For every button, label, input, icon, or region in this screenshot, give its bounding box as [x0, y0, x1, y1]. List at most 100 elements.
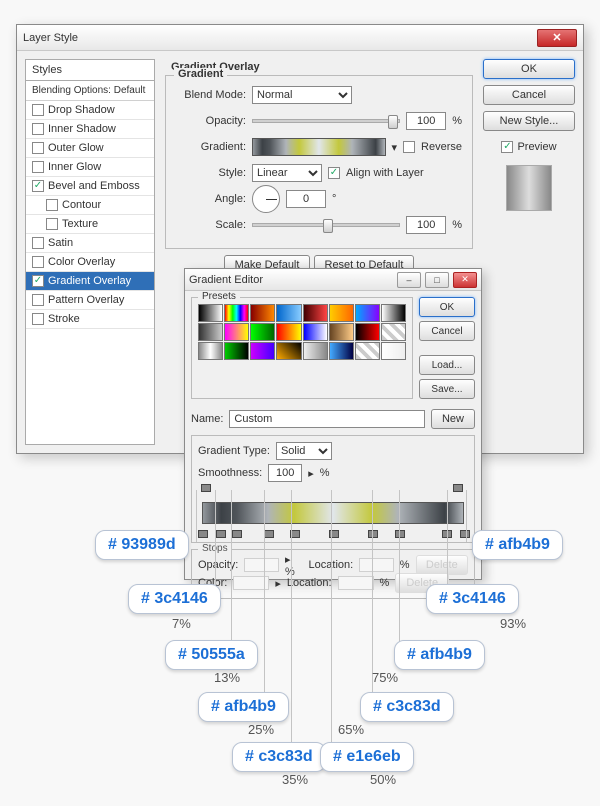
opacity-stops-track[interactable]	[202, 486, 464, 496]
style-checkbox[interactable]	[32, 123, 44, 135]
preset-swatch[interactable]	[224, 323, 249, 341]
preset-swatch[interactable]	[329, 304, 354, 322]
align-checkbox[interactable]	[328, 167, 340, 179]
gradient-dropdown-icon[interactable]: ▾	[392, 141, 398, 154]
preset-swatch[interactable]	[303, 323, 328, 341]
preset-swatch[interactable]	[303, 304, 328, 322]
preset-swatch[interactable]	[250, 304, 275, 322]
preset-swatch[interactable]	[250, 342, 275, 360]
preview-checkbox[interactable]	[501, 141, 513, 153]
callout-pct: 75%	[372, 670, 398, 685]
deg-label: °	[332, 193, 336, 205]
style-label: Drop Shadow	[48, 104, 115, 116]
style-checkbox[interactable]	[46, 218, 58, 230]
style-item-stroke[interactable]: Stroke	[26, 310, 154, 329]
gradient-type-select[interactable]: Solid	[276, 442, 332, 460]
style-checkbox[interactable]	[32, 161, 44, 173]
editor-ok-button[interactable]: OK	[419, 297, 475, 317]
blending-options[interactable]: Blending Options: Default	[26, 81, 154, 101]
preset-swatch[interactable]	[355, 323, 380, 341]
preset-swatch[interactable]	[198, 342, 223, 360]
style-checkbox[interactable]	[32, 294, 44, 306]
style-checkbox[interactable]	[32, 256, 44, 268]
scale-value[interactable]: 100	[406, 216, 446, 234]
scale-slider[interactable]	[252, 223, 400, 227]
editor-titlebar[interactable]: Gradient Editor – □ ✕	[185, 269, 481, 291]
color-stop[interactable]	[442, 526, 450, 536]
angle-value[interactable]: 0	[286, 190, 326, 208]
close-icon[interactable]: ✕	[453, 272, 477, 288]
color-stop[interactable]	[216, 526, 224, 536]
preset-swatch[interactable]	[276, 342, 301, 360]
callout-pct: 93%	[500, 616, 526, 631]
preset-swatch[interactable]	[355, 342, 380, 360]
style-checkbox[interactable]	[32, 313, 44, 325]
preset-swatch[interactable]	[224, 304, 249, 322]
callout-pct: 65%	[338, 722, 364, 737]
close-icon[interactable]: ✕	[537, 29, 577, 47]
preset-swatch[interactable]	[381, 304, 406, 322]
color-stop[interactable]	[264, 526, 272, 536]
blend-mode-label: Blend Mode:	[176, 89, 246, 101]
editor-cancel-button[interactable]: Cancel	[419, 321, 475, 341]
style-checkbox[interactable]	[32, 180, 44, 192]
gradient-type-label: Gradient Type:	[198, 445, 270, 457]
preset-swatch[interactable]	[329, 323, 354, 341]
scale-label: Scale:	[176, 219, 246, 231]
style-item-color-overlay[interactable]: Color Overlay	[26, 253, 154, 272]
angle-dial[interactable]	[252, 185, 280, 213]
color-stops-track[interactable]	[202, 526, 464, 536]
preset-swatch[interactable]	[381, 342, 406, 360]
gradient-legend: Gradient	[174, 68, 227, 80]
preset-swatch[interactable]	[224, 342, 249, 360]
style-item-contour[interactable]: Contour	[26, 196, 154, 215]
smoothness-dropdown-icon[interactable]: ▸	[308, 467, 314, 480]
cancel-button[interactable]: Cancel	[483, 85, 575, 105]
style-checkbox[interactable]	[32, 275, 44, 287]
style-item-satin[interactable]: Satin	[26, 234, 154, 253]
new-style-button[interactable]: New Style...	[483, 111, 575, 131]
preset-swatch[interactable]	[198, 323, 223, 341]
style-item-pattern-overlay[interactable]: Pattern Overlay	[26, 291, 154, 310]
color-stop[interactable]	[232, 526, 240, 536]
name-input[interactable]	[229, 410, 425, 428]
ok-button[interactable]: OK	[483, 59, 575, 79]
style-select[interactable]: Linear	[252, 164, 322, 182]
reverse-checkbox[interactable]	[403, 141, 415, 153]
style-item-inner-shadow[interactable]: Inner Shadow	[26, 120, 154, 139]
minimize-icon[interactable]: –	[397, 272, 421, 288]
preset-swatch[interactable]	[250, 323, 275, 341]
styles-header[interactable]: Styles	[26, 60, 154, 81]
maximize-icon[interactable]: □	[425, 272, 449, 288]
style-checkbox[interactable]	[32, 142, 44, 154]
style-item-drop-shadow[interactable]: Drop Shadow	[26, 101, 154, 120]
preset-swatch[interactable]	[329, 342, 354, 360]
preset-swatch[interactable]	[276, 304, 301, 322]
style-item-bevel-and-emboss[interactable]: Bevel and Emboss	[26, 177, 154, 196]
preset-swatch[interactable]	[355, 304, 380, 322]
style-label: Inner Glow	[48, 161, 101, 173]
color-stop[interactable]	[198, 526, 206, 536]
gradient-picker[interactable]	[252, 138, 386, 156]
style-item-outer-glow[interactable]: Outer Glow	[26, 139, 154, 158]
opacity-slider[interactable]	[252, 119, 400, 123]
style-item-texture[interactable]: Texture	[26, 215, 154, 234]
preset-swatch[interactable]	[276, 323, 301, 341]
preset-swatch[interactable]	[198, 304, 223, 322]
preset-swatch[interactable]	[303, 342, 328, 360]
gradient-bar[interactable]	[202, 502, 464, 524]
style-item-gradient-overlay[interactable]: Gradient Overlay	[26, 272, 154, 291]
load-button[interactable]: Load...	[419, 355, 475, 375]
style-checkbox[interactable]	[32, 104, 44, 116]
save-button[interactable]: Save...	[419, 379, 475, 399]
style-label: Gradient Overlay	[48, 275, 131, 287]
preset-swatch[interactable]	[381, 323, 406, 341]
blend-mode-select[interactable]: Normal	[252, 86, 352, 104]
new-button[interactable]: New	[431, 409, 475, 429]
style-checkbox[interactable]	[46, 199, 58, 211]
opacity-value[interactable]: 100	[406, 112, 446, 130]
smoothness-value[interactable]: 100	[268, 464, 302, 482]
style-checkbox[interactable]	[32, 237, 44, 249]
titlebar[interactable]: Layer Style ✕	[17, 25, 583, 51]
style-item-inner-glow[interactable]: Inner Glow	[26, 158, 154, 177]
